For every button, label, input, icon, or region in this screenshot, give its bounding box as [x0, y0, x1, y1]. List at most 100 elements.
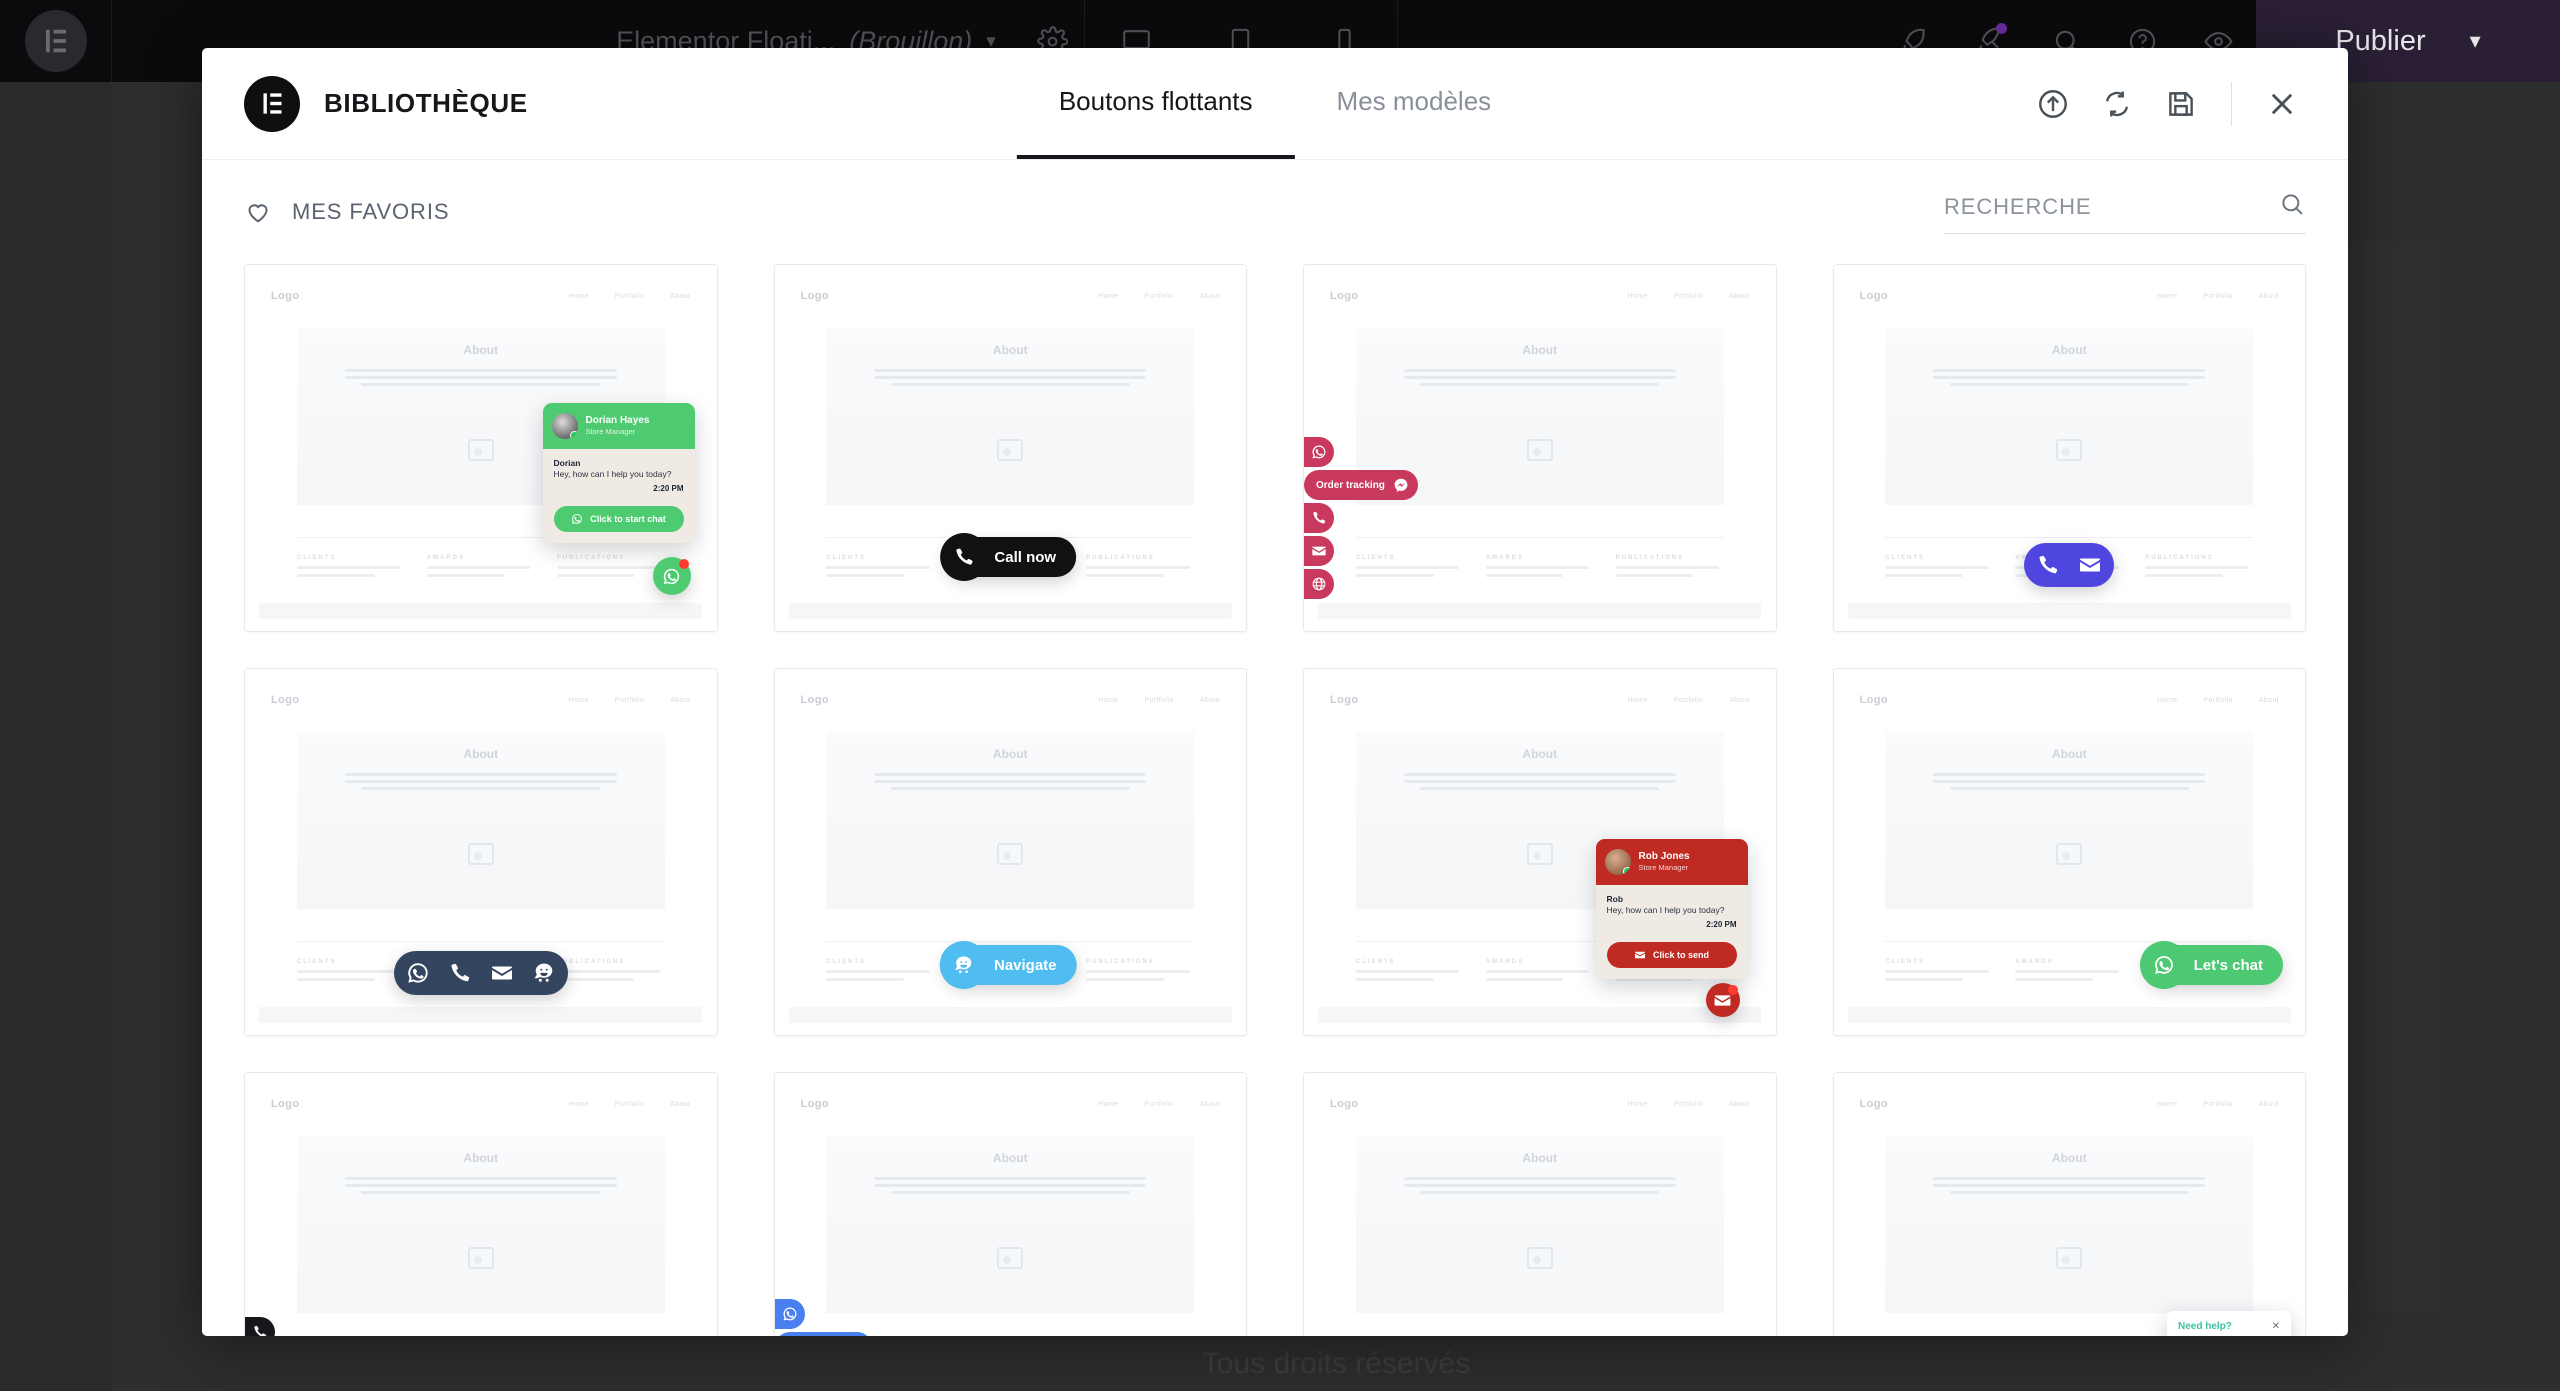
notification-badge	[1727, 985, 1738, 995]
template-card[interactable]: LogoHomePortfolioAboutAboutCLIENTSAWARDS…	[244, 264, 718, 632]
template-grid-scroll[interactable]: Logo Home Portfolio About About CLIENTS AWARDS…	[202, 264, 2348, 1336]
template-card[interactable]: LogoHomePortfolioAboutAboutCLIENTSAWARDS…	[1832, 668, 2306, 1036]
help-panel-preview[interactable]: Need help?✕Let's talkExpert chatSkincare…	[2167, 1311, 2291, 1336]
template-grid: Logo Home Portfolio About About CLIENTS AWARDS…	[244, 264, 2306, 1336]
preview-hero-text	[1933, 1173, 2206, 1198]
template-card[interactable]: LogoHomePortfolioAboutAboutCLIENTSAWARDS…	[1832, 264, 2306, 632]
stack-row-label-pill[interactable]: Order tracking	[1304, 470, 1418, 500]
template-card[interactable]: LogoHomePortfolioAboutAboutCLIENTSAWARDS…	[1303, 1072, 1777, 1336]
phone-icon	[252, 1324, 268, 1336]
preview-nav-item: Home	[568, 1100, 589, 1108]
close-icon[interactable]	[2250, 72, 2314, 136]
preview-divider	[826, 941, 1195, 942]
stack-row[interactable]	[1304, 536, 1418, 566]
stack-row-button[interactable]	[1304, 437, 1334, 467]
preview-column: PUBLICATIONS	[1086, 555, 1194, 577]
save-icon[interactable]	[2149, 72, 2213, 136]
stack-row-button[interactable]	[1304, 569, 1334, 599]
preview-column: CLIENTS	[826, 959, 934, 981]
preview-nav-item: About	[1729, 696, 1750, 704]
icon-bar-button[interactable]	[2076, 551, 2104, 579]
chat-message: Dorian Hey, how can I help you today? 2:20…	[543, 449, 695, 499]
favorites-filter[interactable]: MES FAVORIS	[244, 198, 449, 226]
icon-bar-button[interactable]	[446, 959, 474, 987]
preview-divider	[296, 941, 665, 942]
template-preview: LogoHomePortfolioAboutAboutCLIENTSAWARDS…	[245, 1073, 717, 1336]
chat-widget-preview[interactable]: Dorian Hayes Store Manager Dorian Hey, how …	[542, 402, 695, 543]
preview-logo: Logo	[271, 290, 300, 302]
tab-floating-buttons[interactable]: Boutons flottants	[1016, 48, 1295, 159]
stack-row[interactable]: Messenger	[774, 1332, 872, 1336]
floating-action-button[interactable]	[1705, 983, 1740, 1017]
stack-row[interactable]	[1304, 503, 1418, 533]
template-card[interactable]: LogoHomePortfolioAboutAboutCLIENTSAWARDS…	[1303, 264, 1777, 632]
template-card[interactable]: LogoHomePortfolioAboutAboutCLIENTSAWARDS…	[244, 1072, 718, 1336]
whatsapp-icon	[1311, 444, 1327, 460]
icon-bar-button[interactable]	[2034, 551, 2062, 579]
image-placeholder-icon	[1526, 439, 1553, 461]
stack-row[interactable]	[774, 1299, 872, 1329]
help-panel-item[interactable]: Let's talk	[2178, 1332, 2280, 1336]
floating-icon-bar-preview[interactable]	[393, 951, 568, 995]
stack-row-button[interactable]	[774, 1299, 805, 1329]
stack-row[interactable]: Order tracking	[1304, 470, 1418, 500]
preview-column: CLIENTS	[1885, 959, 1993, 981]
stack-row-button[interactable]	[245, 1317, 275, 1336]
heart-icon	[244, 198, 272, 226]
stack-row-label-pill[interactable]: Messenger	[774, 1332, 872, 1336]
preview-nav: Home Portfolio About	[2157, 697, 2279, 704]
preview-nav-item: About	[670, 292, 691, 300]
preview-logo: Logo	[1330, 290, 1359, 302]
floating-stack-preview[interactable]: Order tracking	[1304, 437, 1418, 599]
floating-stack-preview[interactable]: Messenger	[774, 1299, 872, 1336]
search-icon[interactable]	[2278, 190, 2306, 223]
icon-bar-button[interactable]	[488, 959, 516, 987]
library-subheader: MES FAVORIS	[202, 160, 2348, 264]
template-card[interactable]: LogoHomePortfolioAboutAboutCLIENTSAWARDS…	[1832, 1072, 2306, 1336]
icon-bar-button[interactable]	[530, 959, 558, 987]
preview-column-title: PUBLICATIONS	[556, 959, 626, 965]
chat-cta-button[interactable]: Click to start chat	[553, 506, 684, 532]
template-card[interactable]: LogoHomePortfolioAboutAboutCLIENTSAWARDS…	[773, 1072, 1247, 1336]
stack-row[interactable]	[1304, 569, 1418, 599]
stack-row-button[interactable]	[1304, 536, 1334, 566]
chat-widget-preview[interactable]: Rob Jones Store Manager Rob Hey, how can I …	[1595, 838, 1748, 979]
template-card[interactable]: LogoHomePortfolioAboutAboutCLIENTSAWARDS…	[773, 668, 1247, 1036]
preview-hero-text	[874, 1173, 1147, 1198]
preview-column-title: CLIENTS	[826, 959, 867, 965]
preview-hero-title: About	[463, 747, 499, 761]
search-input[interactable]	[1944, 193, 2268, 220]
floating-cta-preview[interactable]: Navigate	[939, 941, 1077, 989]
preview-logo: Logo	[1859, 1098, 1888, 1110]
library-title: BIBLIOTHÈQUE	[324, 88, 528, 118]
stack-row[interactable]	[1304, 437, 1418, 467]
preview-logo: Logo	[271, 1098, 300, 1110]
preview-nav-item: Home	[1098, 292, 1119, 300]
floating-cta-preview[interactable]: Call now	[940, 533, 1077, 581]
template-card[interactable]: LogoHomePortfolioAboutAboutCLIENTSAWARDS…	[244, 668, 718, 1036]
template-card[interactable]: LogoHomePortfolioAboutAboutCLIENTSAWARDS…	[1303, 668, 1777, 1036]
tab-my-templates[interactable]: Mes modèles	[1295, 48, 1534, 159]
icon-bar-button[interactable]	[404, 959, 432, 987]
floating-stack-preview[interactable]: Chat	[245, 1317, 312, 1336]
chat-cta-button[interactable]: Click to send	[1606, 942, 1737, 968]
preview-column: CLIENTS	[296, 959, 405, 981]
preview-logo: Logo	[800, 290, 829, 302]
floating-action-button[interactable]	[652, 557, 691, 595]
floating-icon-bar-preview[interactable]	[2024, 543, 2115, 587]
library-modal-header: BIBLIOTHÈQUE Boutons flottants Mes modèl…	[202, 48, 2348, 160]
template-preview: LogoHomePortfolioAboutAboutCLIENTSAWARDS…	[1304, 1073, 1776, 1336]
preview-nav-item: Portfolio	[1673, 696, 1704, 704]
stack-row-button[interactable]	[1304, 503, 1334, 533]
sync-icon[interactable]	[2085, 72, 2149, 136]
floating-cta-preview[interactable]: Let's chat	[2139, 941, 2283, 989]
editor-logo-button[interactable]	[0, 0, 112, 82]
stack-row[interactable]	[245, 1317, 312, 1336]
chevron-down-icon[interactable]: ▾	[2470, 28, 2481, 54]
library-search[interactable]	[1944, 190, 2306, 234]
import-icon[interactable]	[2021, 72, 2085, 136]
preview-column-title: AWARDS	[426, 555, 466, 561]
preview-nav-item: Portfolio	[2203, 696, 2233, 704]
close-icon[interactable]: ✕	[2272, 1321, 2280, 1332]
template-card[interactable]: LogoHomePortfolioAboutAboutCLIENTSAWARDS…	[773, 264, 1247, 632]
